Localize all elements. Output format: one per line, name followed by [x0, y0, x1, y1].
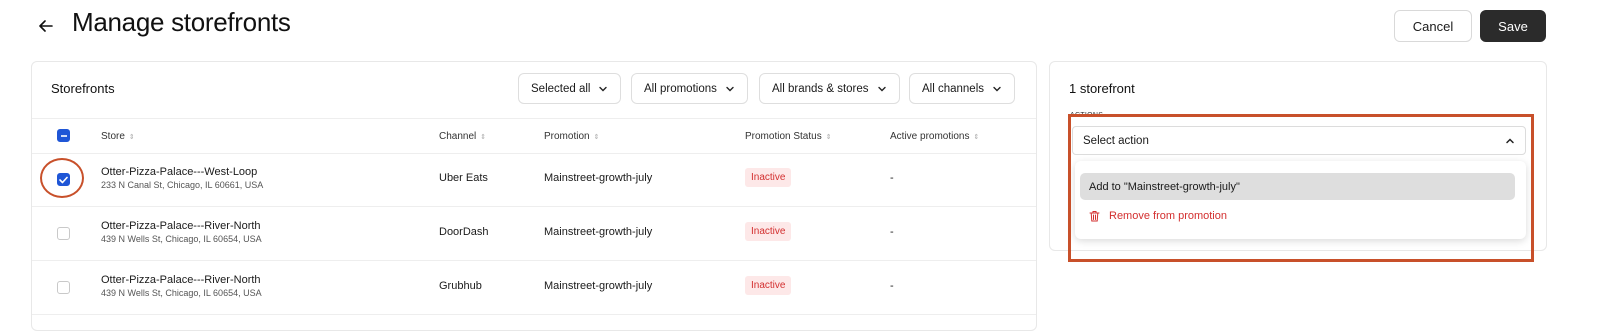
channel-cell: Uber Eats	[439, 172, 488, 184]
store-name: Otter-Pizza-Palace---River-North	[101, 274, 261, 286]
chevron-up-icon	[1506, 137, 1514, 143]
filter-promotions-label: All promotions	[644, 82, 717, 95]
page-title: Manage storefronts	[72, 7, 291, 37]
sort-icon: ⇕	[128, 133, 135, 141]
store-name: Otter-Pizza-Palace---River-North	[101, 220, 261, 232]
back-button[interactable]	[34, 14, 58, 38]
table-row[interactable]: Otter-Pizza-Palace---River-North 439 N W…	[32, 261, 1036, 315]
storefronts-card: Storefronts Selected all All promotions …	[31, 61, 1037, 331]
store-cell: Otter-Pizza-Palace---River-North 439 N W…	[101, 274, 262, 298]
promotion-cell: Mainstreet-growth-july	[544, 172, 653, 184]
chevron-down-icon	[877, 86, 886, 91]
filter-selection[interactable]: Selected all	[518, 73, 622, 104]
sort-icon: ⇕	[480, 133, 487, 141]
action-select-value: Select action	[1083, 134, 1149, 147]
column-header-promotion-label: Promotion	[544, 131, 590, 142]
save-button[interactable]: Save	[1480, 10, 1546, 42]
sort-icon: ⇕	[593, 133, 600, 141]
active-promotions-cell: -	[890, 172, 894, 184]
sort-icon: ⇕	[973, 133, 980, 141]
column-header-promotion-status[interactable]: Promotion Status ⇕	[745, 131, 832, 142]
status-badge: Inactive	[745, 168, 792, 187]
action-menu: Add to "Mainstreet-growth-july" Remove f…	[1075, 161, 1526, 239]
filter-channels-label: All channels	[922, 82, 985, 95]
store-cell: Otter-Pizza-Palace---River-North 439 N W…	[101, 220, 262, 244]
status-badge: Inactive	[745, 276, 792, 295]
menu-item-remove-label: Remove from promotion	[1109, 210, 1227, 222]
filter-brands-stores-label: All brands & stores	[772, 82, 869, 95]
store-address: 233 N Canal St, Chicago, IL 60661, USA	[101, 180, 264, 190]
table-header: Store ⇕ Channel ⇕ Promotion ⇕ Promotion Sta…	[32, 118, 1036, 154]
indeterminate-icon	[60, 134, 67, 137]
actions-label: ACTIONS	[1070, 112, 1104, 119]
cancel-button[interactable]: Cancel	[1394, 10, 1472, 42]
column-header-channel-label: Channel	[439, 131, 477, 142]
filter-brands-stores[interactable]: All brands & stores	[759, 73, 900, 104]
promotion-cell: Mainstreet-growth-july	[544, 226, 653, 238]
filter-promotions[interactable]: All promotions	[631, 73, 748, 104]
filter-channels[interactable]: All channels	[909, 73, 1016, 104]
column-header-promotion[interactable]: Promotion ⇕	[544, 131, 599, 142]
table-row[interactable]: Otter-Pizza-Palace---River-North 439 N W…	[32, 207, 1036, 261]
channel-cell: DoorDash	[439, 226, 489, 238]
menu-item-add-to-promotion[interactable]: Add to "Mainstreet-growth-july"	[1080, 173, 1515, 200]
column-header-active-promotions[interactable]: Active promotions ⇕	[890, 131, 979, 142]
arrow-left-icon	[39, 20, 53, 32]
channel-cell: Grubhub	[439, 280, 482, 292]
row-checkbox[interactable]	[57, 173, 70, 186]
store-address: 439 N Wells St, Chicago, IL 60654, USA	[101, 234, 262, 244]
storefronts-title: Storefronts	[51, 81, 115, 96]
select-all-checkbox[interactable]	[57, 129, 70, 142]
column-header-channel[interactable]: Channel ⇕	[439, 131, 486, 142]
chevron-down-icon	[726, 86, 734, 91]
promotion-cell: Mainstreet-growth-july	[544, 280, 653, 292]
row-checkbox[interactable]	[57, 227, 70, 240]
store-name: Otter-Pizza-Palace---West-Loop	[101, 166, 258, 178]
store-cell: Otter-Pizza-Palace---West-Loop 233 N Can…	[101, 166, 263, 190]
active-promotions-cell: -	[890, 280, 894, 292]
chevron-down-icon	[993, 86, 1001, 91]
column-header-promotion-status-label: Promotion Status	[745, 131, 822, 142]
sort-icon: ⇕	[825, 133, 832, 141]
table-row[interactable]: Otter-Pizza-Palace---West-Loop 233 N Can…	[32, 153, 1036, 207]
checkmark-icon	[59, 176, 68, 183]
column-header-store-label: Store	[101, 131, 125, 142]
selection-count: 1 storefront	[1069, 81, 1135, 96]
row-checkbox[interactable]	[57, 281, 70, 294]
filter-selection-label: Selected all	[531, 82, 591, 95]
menu-item-remove-from-promotion[interactable]: Remove from promotion	[1089, 207, 1227, 225]
store-address: 439 N Wells St, Chicago, IL 60654, USA	[101, 288, 262, 298]
trash-icon	[1089, 211, 1100, 222]
status-badge: Inactive	[745, 222, 792, 241]
column-header-active-promotions-label: Active promotions	[890, 131, 970, 142]
chevron-down-icon	[599, 86, 608, 91]
action-select[interactable]: Select action	[1072, 126, 1526, 155]
active-promotions-cell: -	[890, 226, 894, 238]
column-header-store[interactable]: Store ⇕	[101, 131, 135, 142]
